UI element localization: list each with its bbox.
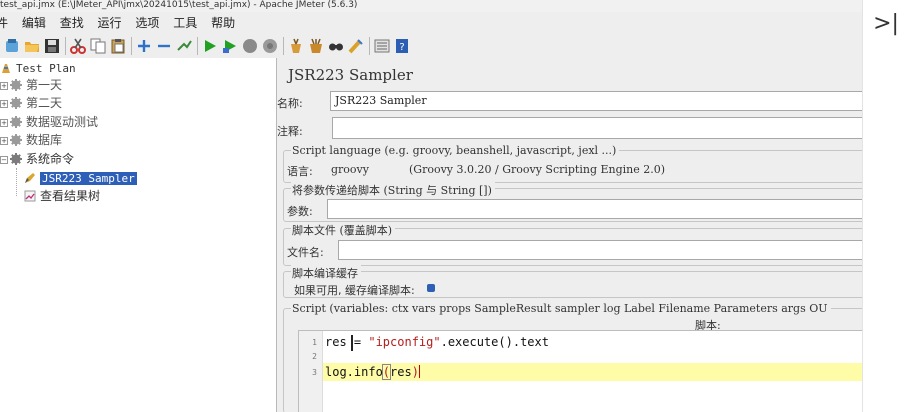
toolbar-separator: [283, 37, 284, 55]
toolbar-separator: [197, 37, 198, 55]
start-icon[interactable]: [202, 38, 218, 54]
cache-group-title: 脚本编译缓存: [291, 265, 361, 281]
sidebar-toggle-icon[interactable]: >|: [863, 0, 909, 46]
menu-tools[interactable]: 工具: [173, 13, 197, 33]
start-no-pause-icon[interactable]: [222, 38, 238, 54]
toolbar-separator: [65, 37, 66, 55]
tree-item-day1[interactable]: 第一天: [10, 77, 62, 94]
line-number: 1: [312, 338, 317, 347]
menu-run[interactable]: 运行: [98, 13, 122, 33]
comment-label: 注释:: [277, 125, 303, 138]
params-label: 参数:: [287, 205, 313, 218]
tree-connector: [16, 168, 18, 196]
expand-toggle[interactable]: +: [0, 137, 8, 145]
file-field[interactable]: [338, 240, 862, 260]
gear-icon: [10, 153, 22, 165]
expand-toggle[interactable]: +: [0, 100, 8, 108]
expand-toggle[interactable]: +: [0, 82, 8, 90]
tree-item-day2[interactable]: 第二天: [10, 95, 62, 112]
stop-icon[interactable]: [242, 38, 258, 54]
menu-search[interactable]: 查找: [60, 13, 84, 33]
line-number: 2: [312, 352, 317, 361]
language-engine: (Groovy 3.0.20 / Groovy Scripting Engine…: [409, 163, 666, 176]
window-title: test_api.jmx (E:\JMeter_API\jmx\20241015…: [0, 0, 862, 12]
gear-icon: [10, 116, 22, 128]
expand-icon[interactable]: [136, 38, 152, 54]
line-number-gutter: 1 2 3: [299, 331, 323, 412]
shutdown-icon[interactable]: [262, 38, 278, 54]
function-helper-icon[interactable]: [374, 38, 390, 54]
sampler-panel: JSR223 Sampler 名称: JSR223 Sampler 注释: Sc…: [277, 58, 862, 412]
code-line-1: res = "ipconfig".execute().text: [325, 335, 549, 349]
gear-icon: [10, 134, 22, 146]
collapse-toggle[interactable]: −: [0, 156, 8, 164]
test-plan-icon: [0, 62, 12, 74]
params-field[interactable]: [327, 199, 862, 219]
clear-icon[interactable]: [288, 38, 304, 54]
menu-options[interactable]: 选项: [135, 13, 159, 33]
menu-help[interactable]: 帮助: [211, 13, 235, 33]
chart-icon: [24, 190, 36, 202]
expand-toggle[interactable]: +: [0, 119, 8, 127]
cache-label: 如果可用, 缓存编译脚本:: [294, 284, 415, 297]
templates-icon[interactable]: [4, 38, 20, 54]
tree-item-jsr223-sampler[interactable]: JSR223 Sampler: [24, 170, 137, 187]
name-field[interactable]: JSR223 Sampler: [330, 91, 862, 111]
comment-field[interactable]: [332, 117, 862, 139]
toolbar-separator: [131, 37, 132, 55]
menu-edit[interactable]: 编辑: [22, 13, 46, 33]
code-line-3: log.info(res): [325, 364, 420, 380]
collapse-icon[interactable]: [156, 38, 172, 54]
gear-icon: [10, 97, 22, 109]
test-plan-tree: Test Plan + 第一天 + 第二天 + 数据驱动测试 + 数据库 − 系…: [0, 58, 277, 412]
tree-item-data-driven[interactable]: 数据驱动测试: [10, 114, 98, 131]
language-label: 语言:: [287, 165, 313, 178]
language-select[interactable]: groovy: [331, 163, 369, 176]
toolbar-separator: [369, 37, 370, 55]
text-cursor-icon: [351, 335, 353, 351]
gear-icon: [10, 79, 22, 91]
open-icon[interactable]: [24, 38, 40, 54]
pencil-icon: [24, 172, 36, 184]
save-icon[interactable]: [44, 38, 60, 54]
script-editor[interactable]: 1 2 3 res = "ipconfig".execute().text lo…: [298, 330, 862, 412]
copy-icon[interactable]: [90, 38, 106, 54]
svg-text:?: ?: [399, 42, 404, 53]
help-icon[interactable]: ?: [394, 38, 410, 54]
file-group-title: 脚本文件 (覆盖脚本): [291, 222, 396, 238]
tree-item-test-plan[interactable]: Test Plan: [0, 60, 76, 77]
clear-all-icon[interactable]: [308, 38, 324, 54]
tree-item-database[interactable]: 数据库: [10, 132, 62, 149]
toggle-icon[interactable]: [176, 38, 192, 54]
menu-bar: 件 编辑 查找 运行 选项 工具 帮助: [0, 13, 862, 33]
tree-item-view-results-tree[interactable]: 查看结果树: [24, 188, 100, 205]
tree-item-system-command[interactable]: 系统命令: [10, 151, 74, 168]
toolbar: ?: [0, 34, 862, 58]
caret: [418, 365, 420, 378]
language-group-title: Script language (e.g. groovy, beanshell,…: [291, 144, 620, 157]
paste-icon[interactable]: [110, 38, 126, 54]
search-icon[interactable]: [328, 38, 344, 54]
cache-checkbox[interactable]: [427, 284, 435, 292]
name-label: 名称:: [277, 97, 303, 110]
file-label: 文件名:: [287, 246, 324, 259]
divider: [862, 0, 863, 412]
page-title: JSR223 Sampler: [288, 66, 413, 84]
cut-icon[interactable]: [70, 38, 86, 54]
line-number: 3: [312, 368, 317, 377]
jmeter-window: test_api.jmx (E:\JMeter_API\jmx\20241015…: [0, 0, 862, 412]
menu-file[interactable]: 件: [0, 13, 8, 33]
script-group-title: Script (variables: ctx vars props Sample…: [291, 302, 831, 315]
params-group-title: 将参数传递给脚本 (String 与 String []): [291, 182, 495, 198]
reset-search-icon[interactable]: [348, 38, 364, 54]
